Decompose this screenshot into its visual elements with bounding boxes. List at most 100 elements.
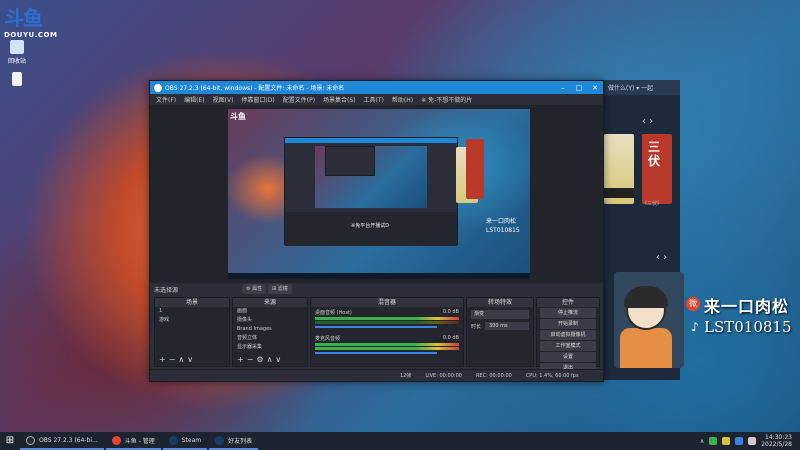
stop-streaming-button[interactable]: 停止推流 [540,308,596,318]
transitions-dock-title: 转场特效 [467,298,533,307]
streamer-avatar-overlay [614,272,684,368]
menu-edit[interactable]: 编辑(E) [184,95,204,104]
volume-meter [315,317,459,320]
preview-subtitle: ※免平台开播试D [351,223,390,229]
settings-button[interactable]: 设置 [540,352,596,362]
menu-view[interactable]: 视图(V) [213,95,234,104]
game-card-label: ical [604,200,613,206]
source-item[interactable]: 画面 [233,307,307,316]
clock-date: 2022/5/28 [761,441,792,448]
preview-area: 斗鱼 ※免平台开播试D 来一口肉松 LST010815 [150,105,603,283]
mixer-channel-desktop: 桌面音频 (Host) 0.0 dB [311,307,463,328]
obs-titlebar[interactable]: OBS 27.2.3 (64-bit, windows) - 配置文件: 未命名… [150,81,603,94]
stream-preview[interactable]: 斗鱼 ※免平台开播试D 来一口肉松 LST010815 [228,109,530,279]
preview-taskbar [228,273,530,279]
menu-docks[interactable]: 停靠窗口(D) [241,95,274,104]
volume-meter [315,321,459,324]
obs-title: OBS 27.2.3 (64-bit, windows) - 配置文件: 未命名… [165,85,345,92]
menu-scene-collection[interactable]: 场景集合(S) [323,95,356,104]
game-card-label: 《三伏》 [642,201,663,207]
taskbar-item-steam[interactable]: Steam [162,432,208,450]
sources-dock: 来源 画面 摄像头 Brand Images 音频立体 显示器采集 +−⚙∧∨ [232,297,308,367]
source-item[interactable]: 音频立体 [233,334,307,343]
volume-meter [315,347,459,350]
duration-label: 时长 [471,323,482,330]
transition-duration: 时长 300 ms [471,322,529,330]
streamer-id: LST010815 [704,318,792,336]
douyu-logo: 斗鱼 DOUYU.COM [4,2,60,39]
menu-extra[interactable]: ※ 免-不想不做的片 [421,95,472,104]
studio-mode-button[interactable]: 工作室模式 [540,341,596,351]
minimize-icon[interactable]: – [555,84,571,92]
carousel-arrows[interactable]: ‹ › [642,116,653,127]
source-item[interactable]: 显示器采集 [233,343,307,352]
source-item[interactable]: 摄像头 [233,316,307,325]
wechat-icon[interactable] [709,437,718,445]
no-source-selected-label: 未选择源 [154,287,179,294]
game-card-title: 三伏 [648,140,661,168]
mixer-channel-db: 0.0 dB [442,309,459,315]
maximize-icon[interactable]: □ [571,84,587,92]
taskbar-item-friends[interactable]: 好友列表 [209,432,259,450]
scenes-toolbar[interactable]: +−∧∨ [159,355,196,364]
live-time: LIVE: 00:00:00 [425,372,462,379]
streamer-name: 来一口肉松 [704,297,790,316]
mixer-dock: 混音器 桌面音频 (Host) 0.0 dB 麦克风音频 0.0 dB [310,297,464,367]
scene-item[interactable]: 游戏 [155,316,229,325]
mixer-channel-name: 桌面音频 (Host) [315,310,352,316]
background-app-bar: 做什么(Y) ▾ 一起 [604,80,680,95]
mixer-channel-mic: 麦克风音频 0.0 dB [311,333,463,354]
rec-time: REC: 00:00:00 [475,372,512,379]
volume-icon[interactable] [748,437,757,445]
douyu-icon [111,435,121,445]
tray-app-icon[interactable] [722,437,731,445]
close-icon[interactable]: ✕ [587,84,603,92]
duration-input[interactable]: 300 ms [485,322,529,330]
taskbar: ⊞ OBS 27.2.3 (64-bi... 斗鱼 - 管理 Steam 好友列… [0,432,800,450]
clock[interactable]: 14:30:23 2022/5/28 [761,434,792,448]
taskbar-item-douyu[interactable]: 斗鱼 - 管理 [105,432,161,450]
network-icon[interactable] [735,437,744,445]
source-item[interactable]: Brand Images [233,325,307,334]
carousel-arrows[interactable]: ‹ › [656,252,667,263]
mixer-dock-title: 混音器 [311,298,463,307]
menu-help[interactable]: 帮助(H) [392,95,413,104]
start-recording-button[interactable]: 开始录制 [540,319,596,329]
menu-file[interactable]: 文件(F) [156,95,176,104]
properties-button[interactable]: ⚙ 属性 [242,284,267,294]
taskbar-item-label: 好友列表 [228,437,253,445]
transition-select[interactable]: 渐变 [471,310,529,319]
douyu-logo-text: DOUYU.COM [4,31,58,39]
menu-tools[interactable]: 工具(T) [364,95,384,104]
steam-icon [168,435,178,445]
filters-button[interactable]: ⊞ 滤镜 [268,284,292,294]
taskbar-item-obs[interactable]: OBS 27.2.3 (64-bi... [20,432,104,450]
recycle-bin-icon [10,40,24,54]
obs-window[interactable]: OBS 27.2.3 (64-bit, windows) - 配置文件: 未命名… [149,80,604,382]
menu-profile[interactable]: 配置文件(P) [283,95,315,104]
controls-dock: 控件 停止推流 开始录制 启动虚拟摄像机 工作室模式 设置 退出 [536,297,600,373]
desktop-icon-recycle-bin[interactable]: 回收站 [2,40,32,65]
start-button[interactable]: ⊞ [0,432,20,450]
nested-obs-window: ※免平台开播试D [284,137,458,246]
controls-dock-title: 控件 [537,298,599,307]
system-tray: ∧ 14:30:23 2022/5/28 [700,434,800,448]
game-card-sanfu[interactable]: 三伏 [642,134,672,204]
obs-icon [26,435,35,445]
volume-slider[interactable] [315,352,438,354]
taskbar-item-label: Steam [181,436,202,444]
mixer-channel-name: 麦克风音频 [315,336,341,342]
tray-expand-icon[interactable]: ∧ [700,438,704,445]
volume-meter [315,343,459,346]
scene-item[interactable]: 1 [155,307,229,316]
dropped-frames: 12帧 [400,373,412,379]
cpu-usage: CPU: 1.4%, 60.00 fps [525,372,579,379]
volume-slider[interactable] [315,326,438,328]
preview-douyu-logo: 斗鱼 [230,112,246,121]
douyu-logo-mark: 斗鱼 [4,6,43,30]
game-card[interactable] [604,134,634,204]
virtual-camera-button[interactable]: 启动虚拟摄像机 [540,330,596,340]
properties-button-label: 属性 [252,286,263,292]
sources-toolbar[interactable]: +−⚙∧∨ [237,355,284,364]
desktop-icon-file[interactable] [2,72,32,88]
